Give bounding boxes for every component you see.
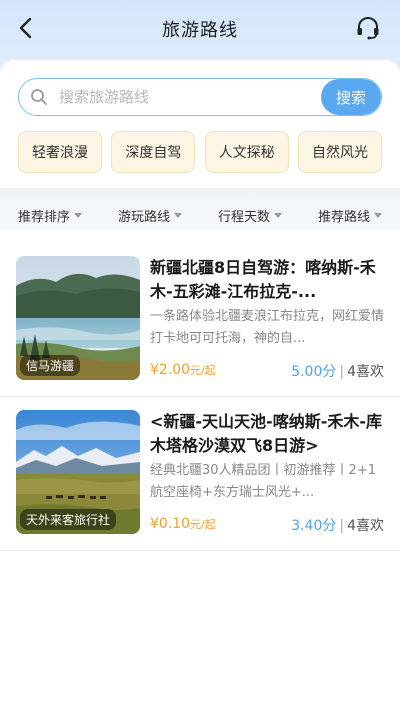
section-divider xyxy=(0,188,400,194)
route-card[interactable]: 信马游疆 新疆北疆8日自驾游：喀纳斯-禾木-五彩滩-江布拉克-... 一条路体验… xyxy=(0,246,400,396)
route-thumbnail: 信马游疆 xyxy=(16,256,140,380)
route-price: ¥2.00元/起 xyxy=(150,362,216,378)
search-panel: 搜索 轻奢浪漫 深度自驾 人文探秘 自然风光 xyxy=(0,60,400,190)
caret-down-icon xyxy=(374,212,382,218)
meta-separator: | xyxy=(339,518,345,534)
category-chips: 轻奢浪漫 深度自驾 人文探秘 自然风光 xyxy=(18,131,382,173)
filter-route[interactable]: 游玩路线 xyxy=(118,206,182,225)
customer-service-button[interactable] xyxy=(354,14,382,42)
route-thumbnail: 天外来客旅行社 xyxy=(16,410,140,534)
search-icon xyxy=(19,79,59,115)
route-score: 3.40分 xyxy=(291,518,337,534)
route-price: ¥0.10元/起 xyxy=(150,516,216,532)
route-meta: 3.40分 | 4喜欢 xyxy=(291,515,384,535)
filter-label: 推荐排序 xyxy=(17,209,70,225)
card-divider xyxy=(0,396,400,397)
filter-bar: 推荐排序 游玩路线 行程天数 推荐路线 xyxy=(0,198,400,232)
card-divider xyxy=(0,550,400,551)
filter-recommend[interactable]: 推荐路线 xyxy=(318,206,382,225)
headset-icon xyxy=(357,17,379,40)
price-value: ¥2.00 xyxy=(150,362,191,378)
caret-down-icon xyxy=(74,212,82,218)
app-header: 旅游路线 xyxy=(0,0,400,56)
route-score: 5.00分 xyxy=(291,364,337,380)
route-card[interactable]: 天外来客旅行社 <新疆-天山天池-喀纳斯-禾木-库木塔格沙漠双飞8日游> 经典北… xyxy=(0,400,400,550)
search-input[interactable] xyxy=(59,79,321,115)
filter-label: 推荐路线 xyxy=(317,209,370,225)
filter-label: 游玩路线 xyxy=(117,209,170,225)
category-chip-luxury-romance[interactable]: 轻奢浪漫 xyxy=(18,131,102,173)
route-description: 一条路体验北疆麦浪江布拉克，网红爱情打卡地可可托海，神的自... xyxy=(150,309,385,346)
price-unit: 元/起 xyxy=(190,518,216,531)
search-bar: 搜索 xyxy=(18,78,382,116)
filter-days[interactable]: 行程天数 xyxy=(218,206,282,225)
meta-separator: | xyxy=(339,364,345,380)
filter-label: 行程天数 xyxy=(217,209,270,225)
route-likes: 4喜欢 xyxy=(347,364,384,380)
caret-down-icon xyxy=(274,212,282,218)
agency-tag: 信马游疆 xyxy=(20,355,81,376)
page-title: 旅游路线 xyxy=(162,20,238,41)
category-chip-self-drive[interactable]: 深度自驾 xyxy=(111,131,196,173)
route-title: 新疆北疆8日自驾游：喀纳斯-禾木-五彩滩-江布拉克-... xyxy=(150,258,376,301)
category-chip-culture[interactable]: 人文探秘 xyxy=(204,131,289,173)
price-value: ¥0.10 xyxy=(150,516,191,532)
route-likes: 4喜欢 xyxy=(347,518,384,534)
search-button[interactable]: 搜索 xyxy=(321,79,381,115)
route-description: 经典北疆30人精品团丨初游推荐丨2+1航空座椅+东方瑞士风光+... xyxy=(150,463,376,500)
price-unit: 元/起 xyxy=(190,364,216,377)
route-meta: 5.00分 | 4喜欢 xyxy=(291,361,384,381)
category-chip-nature[interactable]: 自然风光 xyxy=(297,131,382,173)
caret-down-icon xyxy=(174,212,182,218)
agency-tag: 天外来客旅行社 xyxy=(20,509,117,530)
route-title: <新疆-天山天池-喀纳斯-禾木-库木塔格沙漠双飞8日游> xyxy=(150,412,382,455)
filter-sort[interactable]: 推荐排序 xyxy=(18,206,82,225)
